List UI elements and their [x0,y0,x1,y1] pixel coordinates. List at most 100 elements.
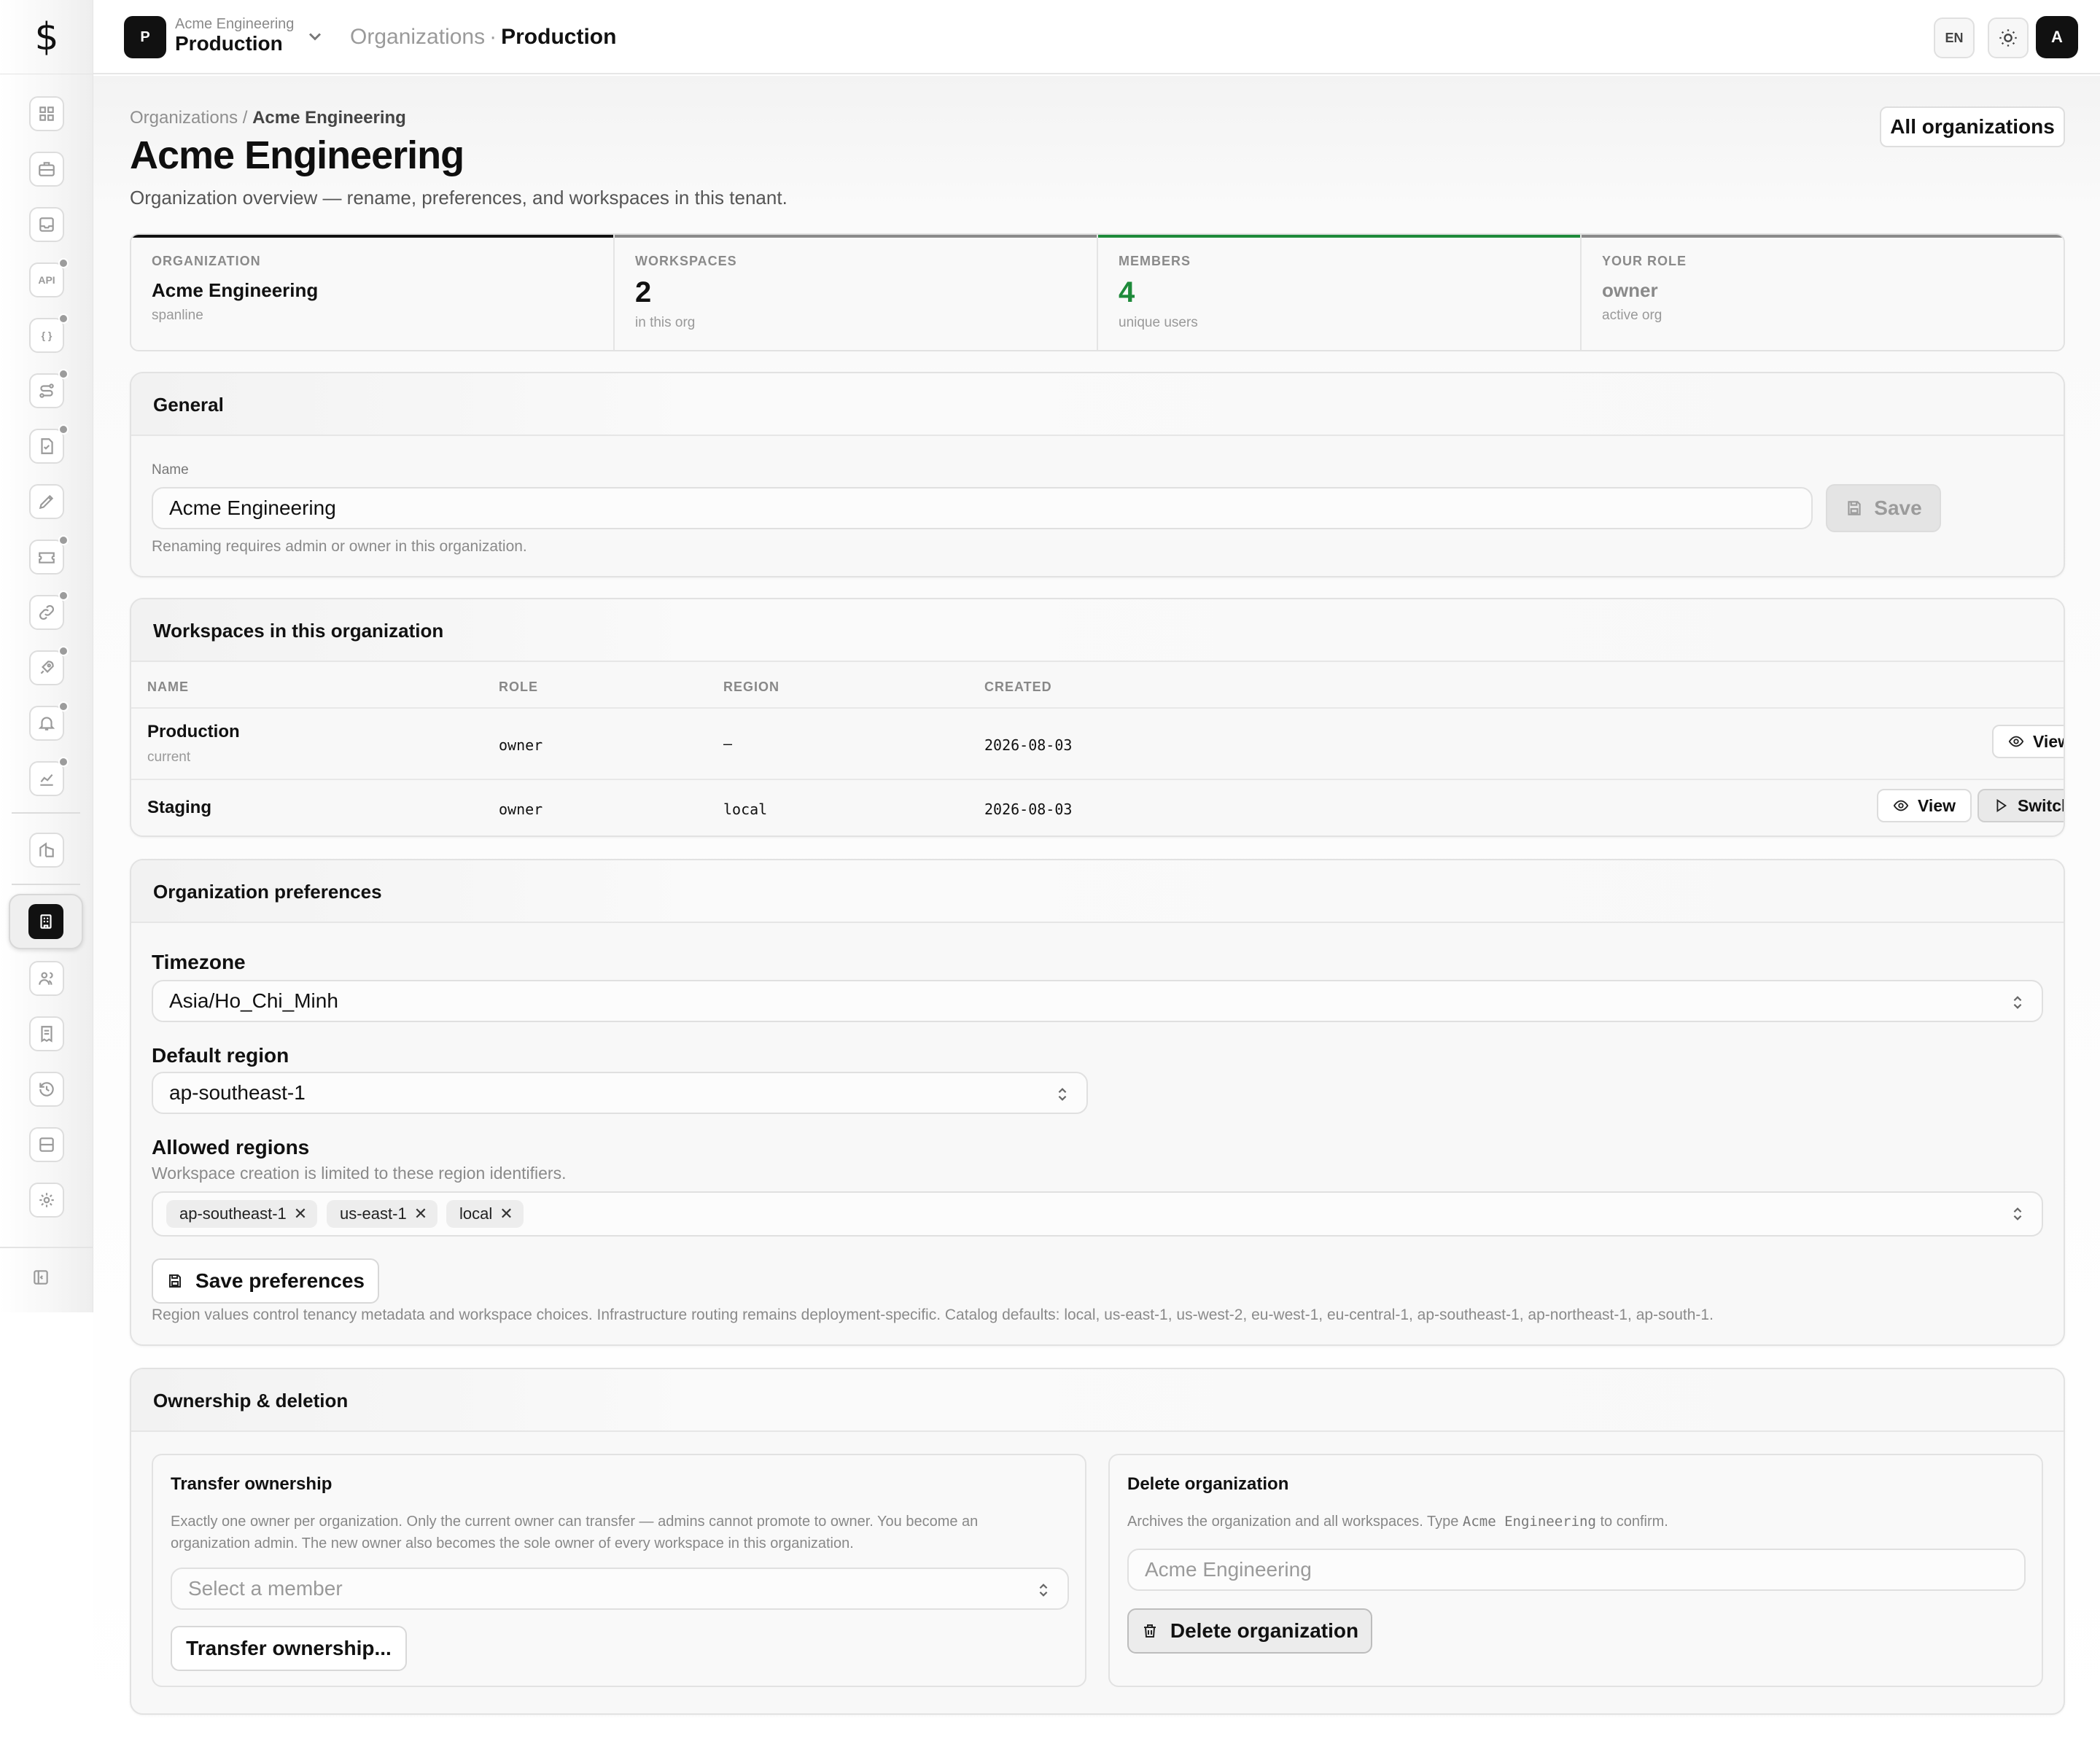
storage-icon[interactable] [29,1127,64,1162]
section-title: Organization preferences [131,860,2064,923]
save-button-label: Save [1874,497,1922,519]
page-subtitle: Organization overview — rename, preferen… [130,187,788,209]
view-button-label: View [1918,795,1956,815]
stat-your-role: YOUR ROLE owner active org [1582,235,2064,350]
briefcase-icon[interactable] [29,152,64,187]
name-label: Name [152,462,189,478]
stat-value: 2 [635,276,652,308]
ticket-icon[interactable] [29,535,69,575]
save-button[interactable]: Save [1826,484,1941,532]
transfer-ownership-description: Exactly one owner per organization. Only… [171,1514,979,1551]
chevron-up-down-icon [2010,1204,2026,1222]
sidebar-item-organization[interactable] [9,894,83,949]
view-workspace-button[interactable]: View [1992,725,2064,758]
chevron-down-icon[interactable] [305,26,325,47]
section-title: General [131,373,2064,436]
theme-toggle-button[interactable] [1988,17,2029,58]
close-icon[interactable]: ✕ [499,1204,513,1223]
table-divider [131,707,2064,709]
organization-icon [28,904,63,939]
workspace-avatar[interactable]: P [124,16,166,58]
workspace-role: owner [499,801,543,818]
transfer-ownership-button[interactable]: Transfer ownership... [171,1626,407,1671]
select-member-dropdown[interactable]: Select a member [171,1568,1069,1610]
api-icon[interactable]: API [29,258,69,297]
top-breadcrumb-parent[interactable]: Organizations [350,25,485,49]
dashboard-icon[interactable] [29,96,64,131]
stat-sub: in this org [635,315,696,330]
building-icon[interactable] [29,833,64,868]
workspace-created: 2026-08-03 [984,801,1073,818]
workspace-name: Staging [147,798,211,817]
chevron-up-down-icon [2010,993,2026,1011]
route-icon[interactable] [29,369,69,408]
stat-accent-bar [615,235,1097,238]
chart-icon[interactable] [29,757,69,796]
top-breadcrumb-current: Production [501,25,617,49]
column-header-name: NAME [147,680,189,694]
stat-value: 4 [1119,276,1135,308]
stat-members: MEMBERS 4 unique users [1098,235,1582,350]
trash-icon [1143,1624,1156,1638]
general-section: General Name Acme Engineering Save Renam… [130,372,2065,577]
delete-organization-description: Archives the organization and all worksp… [1127,1511,2002,1533]
stat-accent-bar [1582,235,2064,238]
workspace-region: local [723,801,768,818]
workspace-region: — [723,735,733,752]
close-icon[interactable]: ✕ [414,1204,427,1223]
document-check-icon[interactable] [29,424,69,464]
delete-confirm-input[interactable]: Acme Engineering [1127,1549,2026,1591]
receipt-icon[interactable] [29,1016,64,1051]
notification-dot [58,591,69,601]
stat-label: YOUR ROLE [1602,254,1687,268]
eye-icon [1893,800,1909,811]
notification-dot [58,757,69,767]
switch-workspace-button[interactable]: Switch [1978,789,2064,822]
all-organizations-button[interactable]: All organizations [1880,106,2065,147]
region-chip-label: local [459,1204,493,1223]
organization-name-input[interactable]: Acme Engineering [152,487,1813,529]
transfer-ownership-title: Transfer ownership [171,1474,332,1494]
chevron-up-down-icon [1035,1581,1051,1598]
close-icon[interactable]: ✕ [294,1204,307,1223]
bell-icon[interactable] [29,701,69,741]
braces-icon[interactable]: { } [29,314,69,353]
stat-sub: spanline [152,308,203,323]
region-chip: us-east-1 ✕ [327,1200,438,1228]
breadcrumb-parent[interactable]: Organizations [130,108,238,128]
users-icon[interactable] [29,961,64,996]
save-preferences-button[interactable]: Save preferences [152,1258,379,1304]
timezone-label: Timezone [152,951,246,973]
collapse-sidebar-icon[interactable] [23,1260,58,1295]
view-button-label: View [2033,731,2064,751]
workspace-org-name[interactable]: Acme Engineering [175,16,294,33]
table-divider [131,779,2064,780]
workspaces-section: Workspaces in this organization NAME ROL… [130,598,2065,837]
app-logo[interactable]: $ [0,0,93,74]
settings-icon[interactable] [29,1183,64,1218]
allowed-regions-label: Allowed regions [152,1136,310,1159]
default-region-select[interactable]: ap-southeast-1 [152,1072,1088,1114]
workspace-name[interactable]: Production [175,32,283,55]
column-header-role: ROLE [499,680,539,694]
pen-icon[interactable] [29,484,64,519]
link-icon[interactable] [29,591,69,630]
history-icon[interactable] [29,1072,64,1107]
notification-dot [58,314,69,324]
top-breadcrumb: Organizations · Production [350,25,616,50]
view-workspace-button[interactable]: View [1877,789,1972,822]
user-avatar[interactable]: A [2036,16,2078,58]
timezone-select[interactable]: Asia/Ho_Chi_Minh [152,980,2043,1022]
language-button[interactable]: EN [1934,17,1975,58]
sidebar-divider [12,812,80,814]
eye-icon [2008,736,2024,747]
region-chip-label: us-east-1 [340,1204,407,1223]
rocket-icon[interactable] [29,646,69,685]
stat-organization: ORGANIZATION Acme Engineering spanline [131,235,615,350]
stat-label: ORGANIZATION [152,254,261,268]
notification-dot [58,258,69,268]
workspace-role: owner [499,736,543,754]
switch-button-label: Switch [2017,795,2064,815]
delete-organization-button[interactable]: Delete organization [1127,1608,1372,1654]
inbox-icon[interactable] [29,207,64,242]
